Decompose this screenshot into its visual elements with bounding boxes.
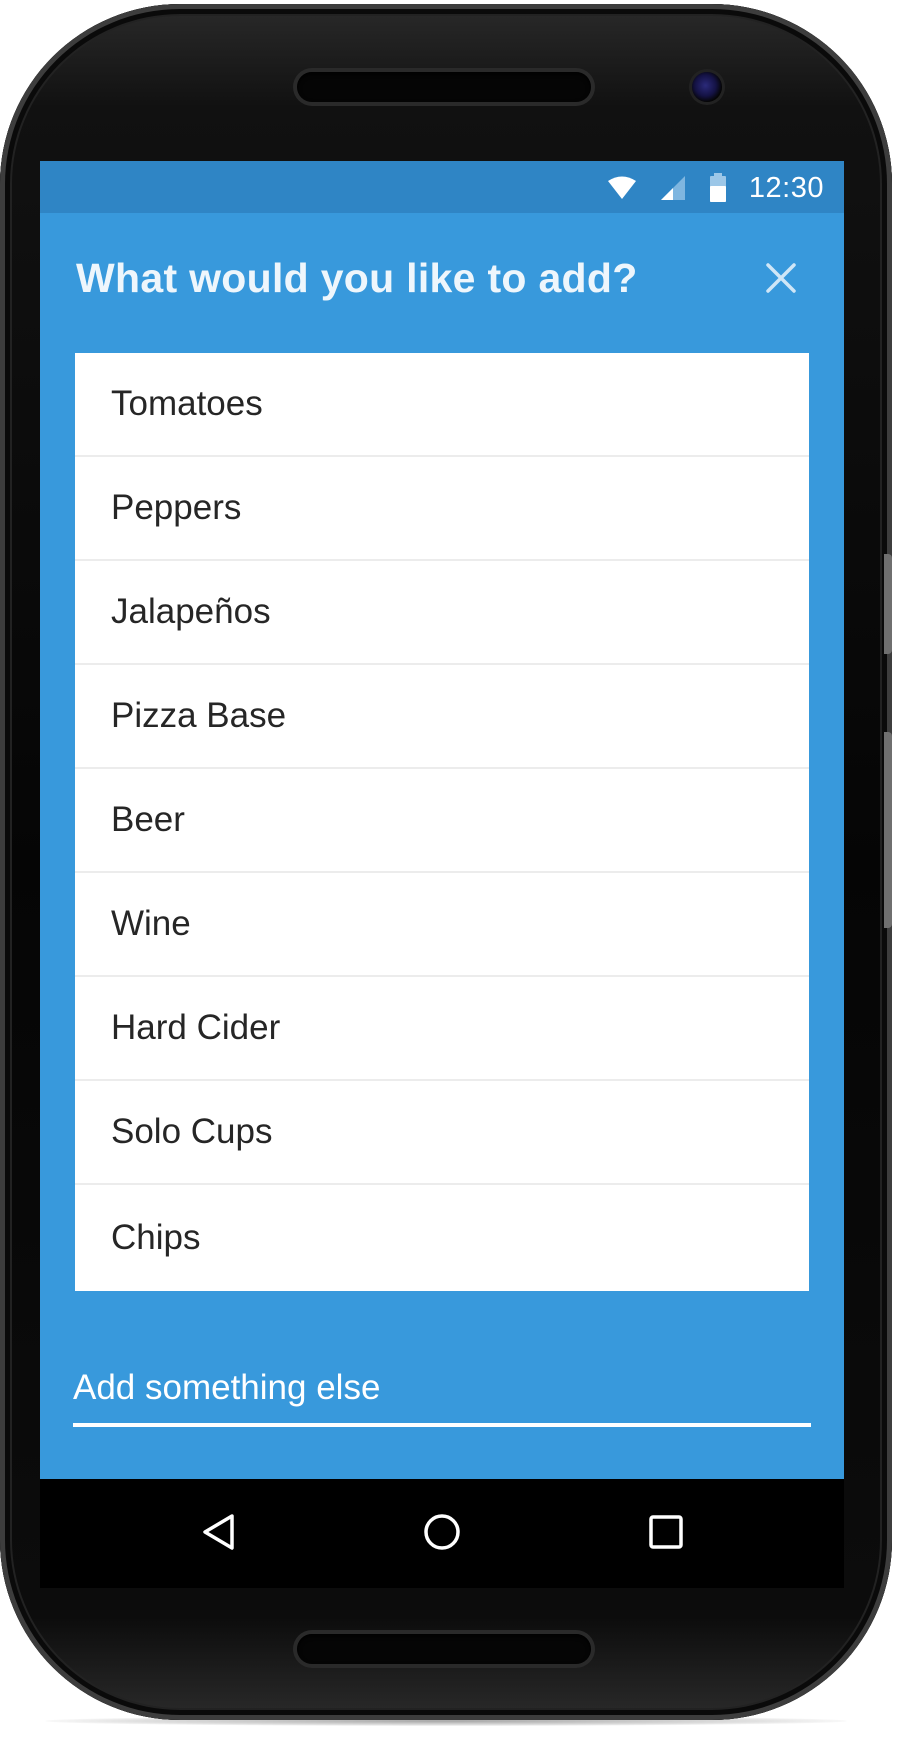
cellular-signal-icon (659, 174, 687, 202)
home-icon (422, 1512, 462, 1557)
bottom-speaker (297, 1634, 591, 1664)
list-item[interactable]: Beer (75, 769, 809, 873)
list-item-label: Peppers (111, 488, 242, 527)
list-item[interactable]: Chips (75, 1185, 809, 1291)
add-something-field (73, 1357, 811, 1427)
status-icons: 12:30 (607, 171, 824, 205)
dialog-title: What would you like to add? (76, 255, 638, 301)
recents-button[interactable] (631, 1499, 701, 1569)
screen: 12:30 What would you like to add? Tomato… (40, 161, 844, 1588)
list-item[interactable]: Peppers (75, 457, 809, 561)
status-bar: 12:30 (40, 161, 844, 213)
list-item[interactable]: Jalapeños (75, 561, 809, 665)
front-camera (692, 72, 722, 102)
back-icon (199, 1512, 239, 1557)
list-item-label: Beer (111, 800, 185, 839)
wifi-icon (607, 175, 637, 201)
list-item[interactable]: Solo Cups (75, 1081, 809, 1185)
power-button (884, 732, 892, 928)
list-item[interactable]: Wine (75, 873, 809, 977)
volume-button (884, 554, 892, 654)
add-something-input[interactable] (73, 1357, 811, 1419)
list-item-label: Solo Cups (111, 1112, 273, 1151)
list-item[interactable]: Hard Cider (75, 977, 809, 1081)
list-item[interactable]: Tomatoes (75, 353, 809, 457)
close-button[interactable] (758, 257, 804, 303)
options-list: Tomatoes Peppers Jalapeños Pizza Base Be… (75, 353, 809, 1291)
battery-icon (709, 173, 727, 203)
earpiece-speaker (297, 72, 591, 102)
list-item-label: Hard Cider (111, 1008, 281, 1047)
list-item-label: Jalapeños (111, 592, 271, 631)
list-item-label: Chips (111, 1218, 201, 1257)
list-item-label: Pizza Base (111, 696, 287, 735)
list-item[interactable]: Pizza Base (75, 665, 809, 769)
close-icon (765, 262, 797, 299)
list-item-label: Tomatoes (111, 384, 263, 423)
recents-icon (646, 1512, 686, 1557)
list-item-label: Wine (111, 904, 191, 943)
back-button[interactable] (184, 1499, 254, 1569)
navigation-bar (40, 1479, 844, 1588)
phone-frame: 12:30 What would you like to add? Tomato… (0, 4, 892, 1720)
home-button[interactable] (407, 1499, 477, 1569)
status-clock: 12:30 (748, 171, 824, 204)
